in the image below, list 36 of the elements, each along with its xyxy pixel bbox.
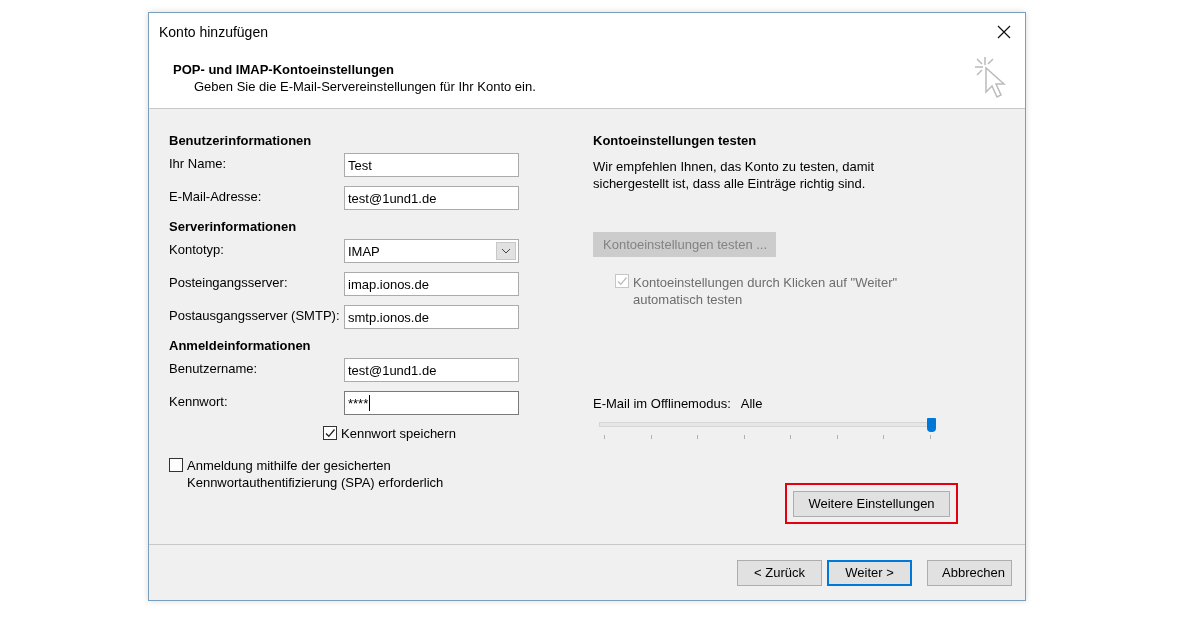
password-field[interactable]: ****: [344, 391, 519, 415]
checkbox-label: Kontoeinstellungen durch Klicken auf "Weiter" automatisch testen: [633, 274, 898, 308]
text-field[interactable]: imap.ionos.de: [344, 272, 519, 296]
window-title: Konto hinzufügen: [159, 24, 268, 40]
text-field[interactable]: test@1und1.de: [344, 186, 519, 210]
field-label: Ihr Name:: [169, 155, 228, 171]
section-heading: Benutzerinformationen: [169, 132, 313, 150]
section-heading: Kontoeinstellungen testen: [593, 132, 758, 150]
field-label: Posteingangsserver:: [169, 274, 289, 290]
page-subtitle: Geben Sie die E-Mail-Servereinstellungen für Ihr Konto ein.: [193, 79, 536, 94]
description-text: Wir empfehlen Ihnen, das Konto zu testen, damit sichergestellt ist, dass alle Einträge richtig sind.: [593, 158, 876, 192]
slider-label: E-Mail im Offlinemodus:: [593, 396, 731, 411]
slider-thumb[interactable]: [927, 418, 936, 432]
dialog-button[interactable]: Abbrechen: [927, 559, 1012, 586]
checkbox-label: Kennwort speichern: [341, 426, 456, 441]
field-label: Kontotyp:: [169, 241, 225, 257]
field-label: Kennwort:: [169, 393, 229, 409]
dialog-button[interactable]: < Zurück: [737, 559, 822, 586]
dialog-button[interactable]: Weiter >: [827, 559, 912, 586]
field-label: Postausgangsserver (SMTP):: [169, 307, 341, 323]
field-label: E-Mail-Adresse:: [169, 188, 263, 204]
field-label: Benutzername:: [169, 360, 259, 376]
section-heading: Anmeldeinformationen: [169, 337, 312, 355]
checkbox[interactable]: [323, 426, 337, 440]
text-field[interactable]: test@1und1.de: [344, 358, 519, 382]
page-heading: POP- und IMAP-Kontoeinstellungen: [173, 62, 395, 77]
text-field[interactable]: smtp.ionos.de: [344, 305, 519, 329]
text-field[interactable]: Test: [344, 153, 519, 177]
slider-value: Alle: [740, 396, 763, 411]
checkbox[interactable]: [169, 458, 183, 472]
chevron-down-icon[interactable]: [496, 242, 516, 260]
section-heading: Serverinformationen: [169, 218, 298, 236]
dropdown[interactable]: IMAP: [344, 239, 519, 263]
slider[interactable]: [599, 417, 936, 441]
more-settings-button[interactable]: Weitere Einstellungen: [793, 490, 950, 517]
checkbox-label: Anmeldung mithilfe der gesicherten Kennwortauthentifizierung (SPA) erforderlich: [187, 457, 444, 491]
